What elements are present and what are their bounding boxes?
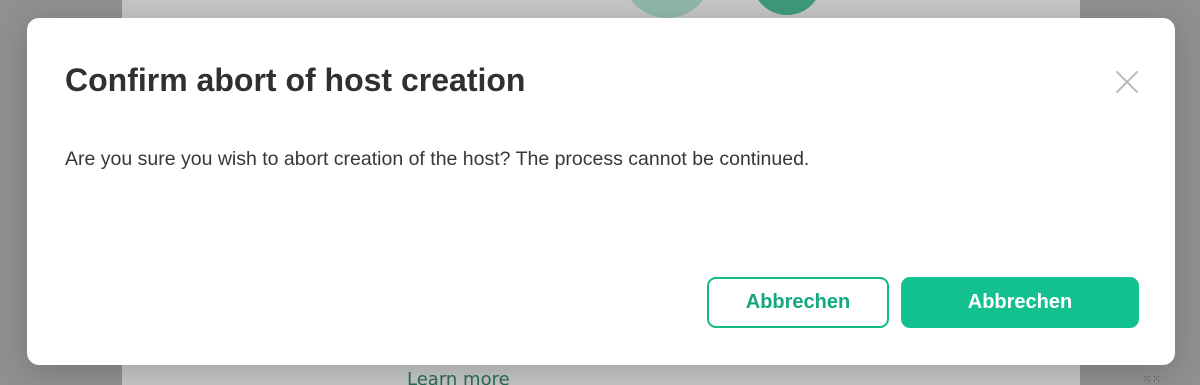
- close-icon: [1116, 71, 1138, 93]
- cancel-button[interactable]: Abbrechen: [707, 277, 889, 328]
- background-illustration: [622, 0, 822, 18]
- close-button[interactable]: [1113, 68, 1141, 96]
- illustration-shape: [622, 0, 712, 18]
- grid-icon: ⁙⁙: [1143, 374, 1162, 385]
- illustration-shape: [752, 0, 822, 15]
- dialog-title: Confirm abort of host creation: [65, 62, 526, 98]
- confirm-dialog: Confirm abort of host creation Are you s…: [27, 18, 1175, 365]
- learn-more-link: Learn more: [407, 369, 510, 385]
- confirm-abort-button[interactable]: Abbrechen: [901, 277, 1139, 328]
- dialog-message: Are you sure you wish to abort creation …: [65, 148, 810, 170]
